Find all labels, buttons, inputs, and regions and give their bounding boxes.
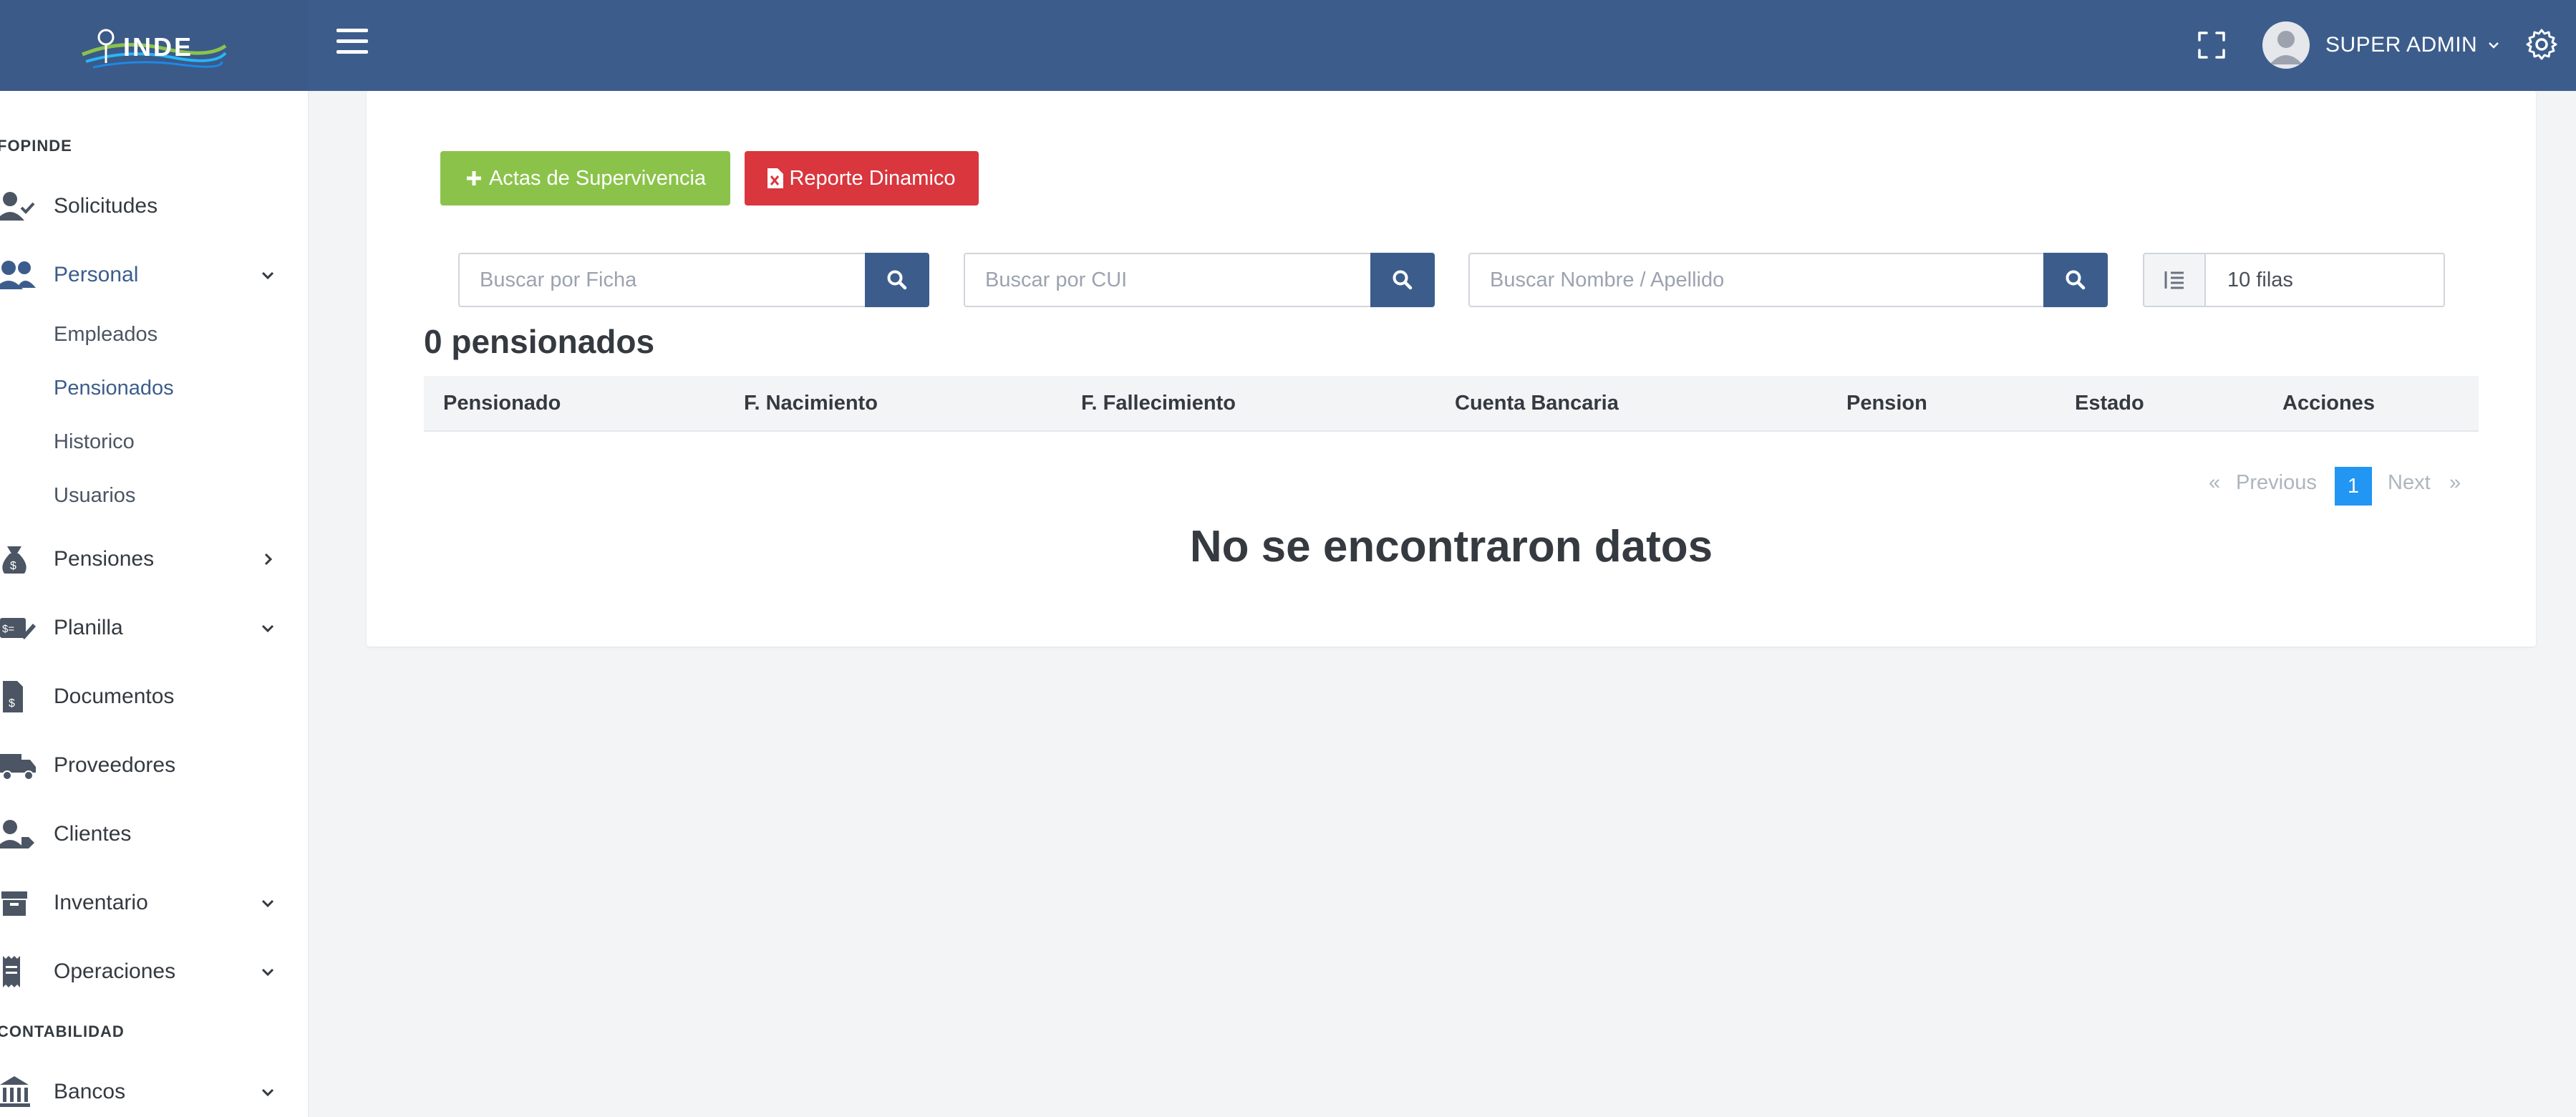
ficha-search-input[interactable] bbox=[458, 253, 865, 307]
nombre-search-group bbox=[1468, 253, 2108, 307]
user-check-icon bbox=[0, 192, 35, 221]
svg-text:$=: $= bbox=[2, 623, 14, 635]
user-tag-icon bbox=[0, 820, 34, 848]
pagination-page-current[interactable]: 1 bbox=[2335, 467, 2372, 506]
sidebar-subitem-empleados[interactable]: Empleados bbox=[54, 323, 158, 347]
payroll-icon: $= bbox=[0, 618, 36, 639]
column-header[interactable]: Pensionado bbox=[443, 392, 561, 415]
sidebar-item-inventario[interactable]: Inventario bbox=[0, 881, 308, 924]
sidebar-item-bancos[interactable]: Bancos bbox=[0, 1070, 308, 1113]
brand-logo[interactable]: INDE bbox=[0, 0, 308, 91]
sidebar-item-clientes[interactable]: Clientes bbox=[0, 813, 308, 856]
chevron-down-icon bbox=[261, 1088, 274, 1097]
sidebar-subitem-historico[interactable]: Historico bbox=[54, 430, 135, 454]
sidebar-item-pensiones[interactable]: $ Pensiones bbox=[0, 538, 308, 581]
reporte-dinamico-label: Reporte Dinamico bbox=[789, 166, 956, 190]
sidebar-item-label: Operaciones bbox=[54, 959, 176, 983]
bank-icon bbox=[0, 1076, 30, 1107]
reporte-dinamico-button[interactable]: Reporte Dinamico bbox=[745, 151, 979, 205]
svg-text:$: $ bbox=[10, 560, 16, 572]
ficha-search-group bbox=[458, 253, 929, 307]
sidebar-item-label: Solicitudes bbox=[54, 194, 158, 218]
column-header[interactable]: F. Fallecimiento bbox=[1081, 392, 1236, 415]
sidebar-item-operaciones[interactable]: Operaciones bbox=[0, 950, 308, 993]
sidebar-item-planilla[interactable]: $= Planilla bbox=[0, 606, 308, 649]
sidebar-item-label: Personal bbox=[54, 263, 139, 286]
empty-state-message: No se encontraron datos bbox=[1189, 522, 1713, 571]
rows-per-page-select[interactable]: 10 filas bbox=[2206, 253, 2445, 307]
search-icon bbox=[887, 270, 907, 290]
cui-search-input[interactable] bbox=[964, 253, 1370, 307]
rows-per-page-group: 10 filas bbox=[2143, 253, 2445, 307]
actas-supervivencia-label: Actas de Supervivencia bbox=[488, 166, 707, 190]
sidebar-item-label: Planilla bbox=[54, 616, 123, 639]
table-header: Pensionado F. Nacimiento F. Fallecimient… bbox=[424, 376, 2479, 432]
sidebar-subitem-pensionados[interactable]: Pensionados bbox=[54, 377, 174, 400]
sidebar-item-solicitudes[interactable]: Solicitudes bbox=[0, 185, 308, 228]
chevron-down-icon bbox=[261, 624, 274, 633]
menu-toggle-icon[interactable] bbox=[336, 29, 368, 57]
sidebar-item-label: Pensiones bbox=[54, 547, 155, 571]
column-header[interactable]: Estado bbox=[2075, 392, 2144, 415]
chevron-down-icon bbox=[261, 271, 274, 280]
invoice-icon: $ bbox=[3, 681, 23, 712]
user-avatar-icon bbox=[2270, 31, 2303, 64]
money-bag-icon: $ bbox=[2, 546, 26, 574]
inde-logo-icon: INDE bbox=[82, 29, 227, 68]
sidebar-section-contabilidad: CONTABILIDAD bbox=[0, 1022, 125, 1040]
rows-addon bbox=[2143, 253, 2206, 307]
truck-icon bbox=[0, 754, 36, 780]
chevron-down-icon bbox=[261, 899, 274, 908]
users-icon bbox=[0, 261, 36, 289]
pagination-next[interactable]: Next bbox=[2388, 471, 2431, 495]
sidebar-item-label: Inventario bbox=[54, 891, 148, 914]
sidebar-item-label: Bancos bbox=[54, 1080, 126, 1103]
fullscreen-icon[interactable] bbox=[2197, 30, 2227, 60]
receipt-icon bbox=[3, 956, 20, 987]
sidebar-item-personal[interactable]: Personal bbox=[0, 253, 308, 296]
results-count-title: 0 pensionados bbox=[424, 323, 655, 360]
column-header[interactable]: Pension bbox=[1846, 392, 1927, 415]
sidebar: FOPINDE Solicitudes Personal Empleados P… bbox=[0, 91, 309, 1117]
nombre-search-input[interactable] bbox=[1468, 253, 2043, 307]
box-icon bbox=[1, 891, 27, 916]
sidebar-section-fopinde: FOPINDE bbox=[0, 137, 72, 155]
gear-icon[interactable] bbox=[2524, 27, 2559, 62]
pagination-first[interactable]: « bbox=[2209, 471, 2220, 495]
sidebar-item-label: Documentos bbox=[54, 685, 175, 708]
top-navbar: INDE SUPER ADMIN bbox=[0, 0, 2576, 91]
plus-icon bbox=[466, 171, 481, 185]
file-excel-icon bbox=[768, 168, 784, 188]
column-header[interactable]: Acciones bbox=[2282, 392, 2375, 415]
ficha-search-button[interactable] bbox=[865, 253, 929, 307]
chevron-down-icon bbox=[2489, 42, 2499, 49]
nombre-search-button[interactable] bbox=[2043, 253, 2108, 307]
user-name: SUPER ADMIN bbox=[2325, 33, 2478, 57]
svg-text:$: $ bbox=[9, 697, 15, 710]
cui-search-group bbox=[964, 253, 1435, 307]
search-icon bbox=[1393, 270, 1413, 290]
logo-text: INDE bbox=[123, 32, 193, 62]
sidebar-item-documentos[interactable]: $ Documentos bbox=[0, 675, 308, 718]
chevron-down-icon bbox=[261, 968, 274, 977]
sidebar-item-proveedores[interactable]: Proveedores bbox=[0, 744, 308, 787]
cui-search-button[interactable] bbox=[1370, 253, 1435, 307]
chevron-right-icon bbox=[264, 553, 273, 566]
column-header[interactable]: Cuenta Bancaria bbox=[1455, 392, 1619, 415]
sidebar-item-label: Proveedores bbox=[54, 753, 176, 777]
sidebar-item-label: Clientes bbox=[54, 822, 132, 846]
pagination-previous[interactable]: Previous bbox=[2236, 471, 2317, 495]
search-icon bbox=[2066, 270, 2086, 290]
sidebar-subitem-usuarios[interactable]: Usuarios bbox=[54, 484, 135, 508]
user-menu[interactable]: SUPER ADMIN bbox=[2262, 20, 2500, 70]
list-icon bbox=[2164, 271, 2184, 289]
pagination-last[interactable]: » bbox=[2449, 471, 2461, 495]
column-header[interactable]: F. Nacimiento bbox=[744, 392, 878, 415]
actas-supervivencia-button[interactable]: Actas de Supervivencia bbox=[440, 151, 730, 205]
avatar bbox=[2262, 21, 2310, 69]
